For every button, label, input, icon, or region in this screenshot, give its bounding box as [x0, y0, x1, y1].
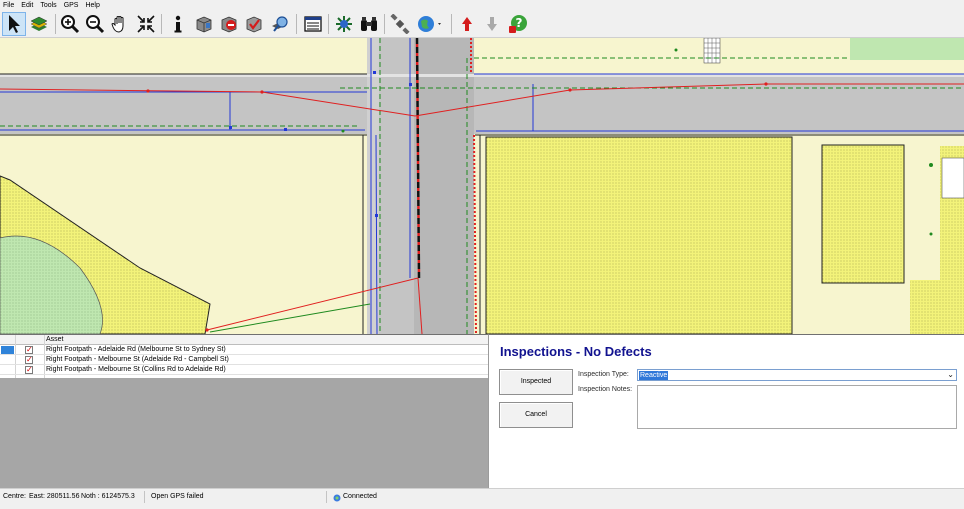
binoculars-icon	[361, 17, 377, 31]
asset-tool[interactable]	[192, 12, 216, 36]
select-tool[interactable]	[2, 12, 26, 36]
menu-file[interactable]: File	[3, 0, 14, 11]
inspection-type-select[interactable]: Reactive ⌄	[637, 369, 957, 381]
menu-bar: File Edit Tools GPS Help	[0, 0, 964, 11]
asset-grid-header: Asset	[0, 335, 488, 345]
north-coordinate: Noth : 6124575.3	[81, 493, 135, 500]
connection-status: Connected	[343, 493, 377, 500]
find-tool[interactable]	[357, 12, 381, 36]
search-asset-tool[interactable]	[268, 12, 292, 36]
zoom-in-icon	[61, 15, 80, 34]
globe-icon	[418, 16, 441, 32]
menu-edit[interactable]: Edit	[21, 0, 33, 11]
inspection-notes-label: Inspection Notes:	[578, 386, 633, 393]
asset-row-checkbox[interactable]: ✓	[25, 366, 33, 374]
inspection-type-label: Inspection Type:	[578, 371, 629, 378]
asset-row-checkbox[interactable]: ✓	[25, 346, 33, 354]
row-selector[interactable]	[1, 366, 14, 374]
menu-gps[interactable]: GPS	[64, 0, 79, 11]
list-tool[interactable]	[301, 12, 325, 36]
inspection-tool[interactable]	[242, 12, 266, 36]
download-tool[interactable]	[480, 12, 504, 36]
asset-row-3[interactable]: ✓ Right Footpath - Melbourne St (Collins…	[0, 365, 488, 375]
chevron-down-icon[interactable]: ⌄	[947, 370, 954, 380]
defect-icon	[221, 16, 237, 33]
help-icon: ?	[509, 15, 527, 33]
down-arrow-icon	[487, 17, 497, 31]
panel-title: Inspections - No Defects	[500, 344, 652, 359]
centre-label: Centre:	[3, 493, 26, 500]
asset-row-1[interactable]: ✓ Right Footpath - Adelaide Rd (Melbourn…	[0, 345, 488, 355]
network-icon	[336, 16, 352, 32]
gps-status: Open GPS failed	[151, 493, 204, 500]
inspected-button[interactable]: Inspected	[499, 369, 573, 395]
asset-row-label: Right Footpath - Melbourne St (Collins R…	[46, 366, 226, 373]
layers-icon	[30, 16, 48, 31]
asset-search-icon	[272, 16, 288, 32]
zoom-in-tool[interactable]	[58, 12, 82, 36]
asset-grid: Asset ✓ Right Footpath - Adelaide Rd (Me…	[0, 335, 488, 378]
app-window: File Edit Tools GPS Help ? Asset ✓ Right…	[0, 0, 964, 505]
asset-row-label: Right Footpath - Melbourne St (Adelaide …	[46, 356, 229, 363]
row-selector[interactable]	[1, 356, 14, 364]
satellite-icon	[390, 14, 410, 34]
inspection-notes-field[interactable]	[637, 385, 957, 429]
inspection-type-value: Reactive	[639, 371, 669, 380]
pan-tool[interactable]	[108, 12, 132, 36]
layers-tool[interactable]	[27, 12, 51, 36]
status-bar: Centre: East: 280511.56 Noth : 6124575.3…	[0, 488, 964, 505]
row-selector[interactable]	[1, 346, 14, 354]
svg-text:?: ?	[516, 16, 523, 30]
network-tool[interactable]	[332, 12, 356, 36]
inspection-icon	[246, 16, 262, 33]
pointer-arrow-icon	[9, 15, 20, 33]
upload-tool[interactable]	[455, 12, 479, 36]
connection-icon	[333, 493, 341, 502]
inspection-panel: Inspections - No Defects Inspected Cance…	[488, 334, 964, 488]
map-drawing	[0, 37, 964, 335]
info-icon	[174, 15, 182, 33]
map-canvas[interactable]	[0, 37, 964, 335]
cancel-button[interactable]: Cancel	[499, 402, 573, 428]
up-arrow-icon	[462, 17, 472, 31]
asset-icon	[196, 16, 212, 33]
toolbar: ?	[0, 11, 964, 38]
asset-column-header[interactable]: Asset	[46, 335, 64, 345]
gps-tool[interactable]	[388, 12, 412, 36]
asset-row-checkbox[interactable]: ✓	[25, 356, 33, 364]
zoom-extents-icon	[137, 15, 155, 33]
help-tool[interactable]: ?	[506, 12, 530, 36]
hand-icon	[111, 16, 124, 33]
globe-tool[interactable]	[415, 12, 445, 36]
building-block-2[interactable]	[821, 144, 905, 284]
east-coordinate: East: 280511.56	[29, 493, 80, 500]
asset-row-label: Right Footpath - Adelaide Rd (Melbourne …	[46, 346, 226, 353]
list-window-icon	[304, 16, 322, 32]
building-block-3[interactable]	[910, 280, 964, 334]
asset-grid-panel: Asset ✓ Right Footpath - Adelaide Rd (Me…	[0, 334, 488, 488]
building-block-1[interactable]	[485, 136, 793, 335]
zoom-out-icon	[86, 15, 105, 34]
menu-help[interactable]: Help	[85, 0, 99, 11]
asset-row-2[interactable]: ✓ Right Footpath - Melbourne St (Adelaid…	[0, 355, 488, 365]
identify-tool[interactable]	[166, 12, 190, 36]
defect-tool[interactable]	[217, 12, 241, 36]
menu-tools[interactable]: Tools	[40, 0, 56, 11]
zoom-out-tool[interactable]	[83, 12, 107, 36]
zoom-extents-tool[interactable]	[134, 12, 158, 36]
